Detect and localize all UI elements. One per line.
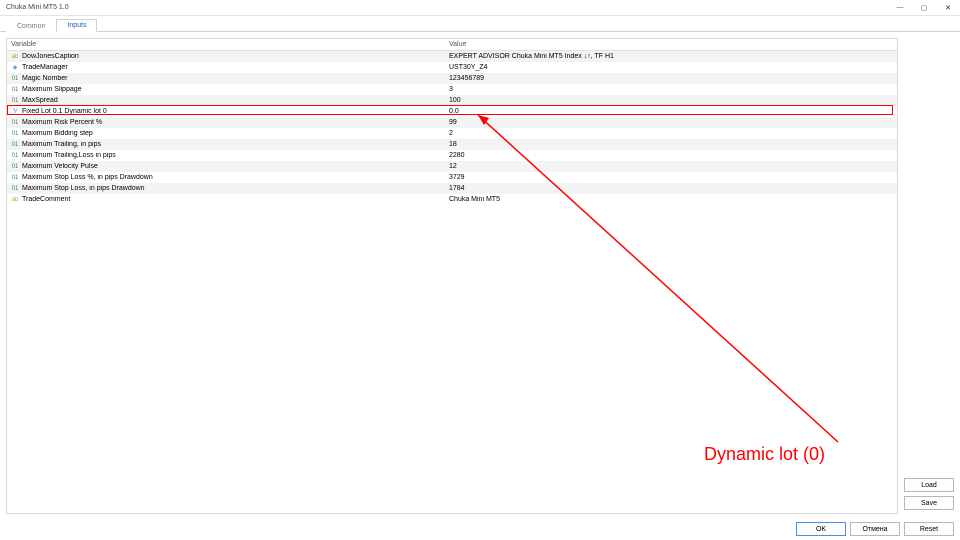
ok-button[interactable]: OK — [796, 522, 846, 536]
value-cell[interactable]: 2280 — [445, 152, 897, 159]
variable-cell: 01MaxSpread — [7, 97, 445, 105]
type-str-icon: ab — [11, 196, 19, 204]
value-cell[interactable]: 12 — [445, 163, 897, 170]
variable-cell: 01Maximum Trailing,Loss in pips — [7, 152, 445, 160]
load-button[interactable]: Load — [904, 478, 954, 492]
bottom-buttons: OK Отмена Reset — [796, 522, 954, 536]
variable-cell: 01Maximum Stop Loss, in pips Drawdown — [7, 185, 445, 193]
type-int-icon: 01 — [11, 130, 19, 138]
table-row[interactable]: 01Maximum Trailing, in pips18 — [7, 139, 897, 150]
side-buttons: Load Save — [904, 478, 954, 510]
value-cell[interactable]: EXPERT ADVISOR Chuka Mini MT5 Index ↓↑, … — [445, 53, 897, 60]
value-cell[interactable]: 0.0 — [445, 108, 897, 115]
inputs-panel: Variable Value abDowJonesCaptionEXPERT A… — [6, 38, 898, 514]
value-cell[interactable]: Chuka Mini MT5 — [445, 196, 897, 203]
type-int-icon: 01 — [11, 86, 19, 94]
parameter-grid: Variable Value abDowJonesCaptionEXPERT A… — [7, 39, 897, 205]
title-bar: Chuka Mini MT5 1.0 — ▢ ✕ — [0, 0, 960, 16]
value-cell[interactable]: 3729 — [445, 174, 897, 181]
variable-name: Maximum Velocity Pulse — [22, 163, 98, 170]
table-row[interactable]: 01MaxSpread100 — [7, 95, 897, 106]
value-cell[interactable]: 123456789 — [445, 75, 897, 82]
variable-cell: 01Maximum Risk Percent % — [7, 119, 445, 127]
save-button[interactable]: Save — [904, 496, 954, 510]
variable-cell: 01Magic Nomber — [7, 75, 445, 83]
type-int-icon: 01 — [11, 152, 19, 160]
variable-cell: 01Maximum Slippage — [7, 86, 445, 94]
variable-name: Maximum Slippage — [22, 86, 82, 93]
value-cell[interactable]: UST30Y_Z4 — [445, 64, 897, 71]
variable-name: DowJonesCaption — [22, 53, 79, 60]
variable-name: Maximum Risk Percent % — [22, 119, 102, 126]
variable-name: Fixed Lot 0.1 Dynamic lot 0 — [22, 108, 107, 115]
variable-name: Maximum Trailing,Loss in pips — [22, 152, 116, 159]
value-cell[interactable]: 3 — [445, 86, 897, 93]
table-row[interactable]: 01Maximum Trailing,Loss in pips2280 — [7, 150, 897, 161]
table-row[interactable]: 01Maximum Stop Loss %, in pips Drawdown3… — [7, 172, 897, 183]
variable-cell: 01Maximum Trailing, in pips — [7, 141, 445, 149]
value-cell[interactable]: 18 — [445, 141, 897, 148]
variable-cell: 01Maximum Bidding step — [7, 130, 445, 138]
tab-strip: Common Inputs — [0, 16, 960, 32]
tab-inputs[interactable]: Inputs — [56, 19, 97, 32]
value-cell[interactable]: 99 — [445, 119, 897, 126]
type-str-icon: ab — [11, 53, 19, 61]
table-row[interactable]: 01Maximum Risk Percent %99 — [7, 117, 897, 128]
variable-name: Magic Nomber — [22, 75, 68, 82]
type-dbl-icon: ⅟ — [11, 108, 19, 116]
variable-name: Maximum Stop Loss %, in pips Drawdown — [22, 174, 153, 181]
variable-name: TradeManager — [22, 64, 68, 71]
variable-cell: ◈TradeManager — [7, 64, 445, 72]
maximize-icon: ▢ — [921, 4, 928, 12]
variable-cell: 01Maximum Velocity Pulse — [7, 163, 445, 171]
value-cell[interactable]: 1784 — [445, 185, 897, 192]
value-cell[interactable]: 100 — [445, 97, 897, 104]
table-row[interactable]: 01Magic Nomber123456789 — [7, 73, 897, 84]
window-title: Chuka Mini MT5 1.0 — [6, 4, 888, 11]
value-cell[interactable]: 2 — [445, 130, 897, 137]
close-icon: ✕ — [945, 4, 951, 12]
type-int-icon: 01 — [11, 163, 19, 171]
tab-common[interactable]: Common — [6, 20, 56, 32]
close-button[interactable]: ✕ — [936, 0, 960, 15]
variable-cell: ⅟Fixed Lot 0.1 Dynamic lot 0 — [7, 108, 445, 116]
variable-cell: 01Maximum Stop Loss %, in pips Drawdown — [7, 174, 445, 182]
type-int-icon: 01 — [11, 75, 19, 83]
variable-cell: abDowJonesCaption — [7, 53, 445, 61]
window-controls: — ▢ ✕ — [888, 0, 960, 15]
maximize-button[interactable]: ▢ — [912, 0, 936, 15]
type-int-icon: 01 — [11, 119, 19, 127]
table-row[interactable]: ◈TradeManagerUST30Y_Z4 — [7, 62, 897, 73]
grid-body: abDowJonesCaptionEXPERT ADVISOR Chuka Mi… — [7, 51, 897, 205]
grid-header: Variable Value — [7, 39, 897, 51]
table-row[interactable]: abDowJonesCaptionEXPERT ADVISOR Chuka Mi… — [7, 51, 897, 62]
table-row[interactable]: 01Maximum Velocity Pulse12 — [7, 161, 897, 172]
type-ptr-icon: ◈ — [11, 64, 19, 72]
table-row[interactable]: ⅟Fixed Lot 0.1 Dynamic lot 00.0 — [7, 106, 897, 117]
table-row[interactable]: 01Maximum Slippage3 — [7, 84, 897, 95]
header-value[interactable]: Value — [445, 39, 897, 50]
variable-name: Maximum Trailing, in pips — [22, 141, 101, 148]
type-int-icon: 01 — [11, 185, 19, 193]
annotation-label: Dynamic lot (0) — [704, 444, 825, 465]
header-variable[interactable]: Variable — [7, 39, 445, 50]
table-row[interactable]: 01Maximum Stop Loss, in pips Drawdown178… — [7, 183, 897, 194]
minimize-button[interactable]: — — [888, 0, 912, 15]
table-row[interactable]: 01Maximum Bidding step2 — [7, 128, 897, 139]
variable-name: Maximum Stop Loss, in pips Drawdown — [22, 185, 145, 192]
variable-name: TradeComment — [22, 196, 70, 203]
minimize-icon: — — [897, 4, 904, 11]
type-int-icon: 01 — [11, 141, 19, 149]
type-int-icon: 01 — [11, 97, 19, 105]
variable-name: Maximum Bidding step — [22, 130, 93, 137]
variable-cell: abTradeComment — [7, 196, 445, 204]
cancel-button[interactable]: Отмена — [850, 522, 900, 536]
type-int-icon: 01 — [11, 174, 19, 182]
reset-button[interactable]: Reset — [904, 522, 954, 536]
variable-name: MaxSpread — [22, 97, 58, 104]
table-row[interactable]: abTradeCommentChuka Mini MT5 — [7, 194, 897, 205]
